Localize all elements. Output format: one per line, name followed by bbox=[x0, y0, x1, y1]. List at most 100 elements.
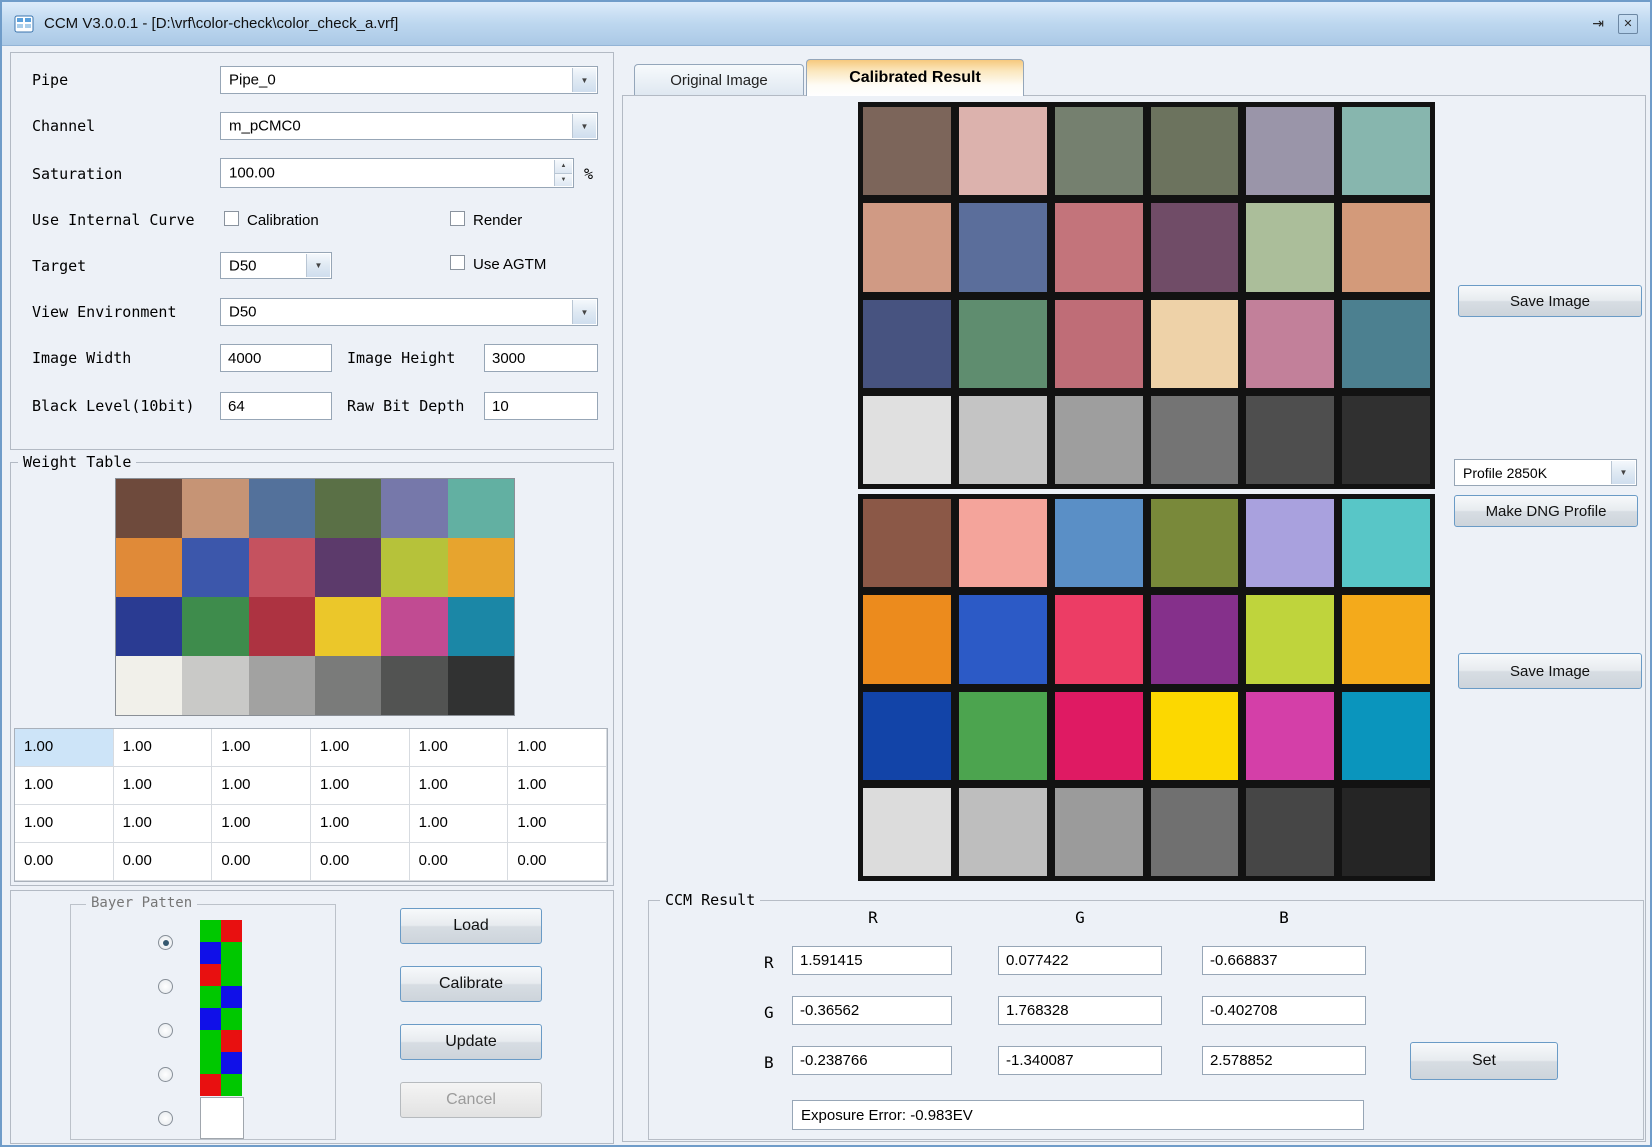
bayer-cell bbox=[221, 920, 242, 942]
color-patch bbox=[1246, 300, 1334, 388]
weight-cell[interactable]: 1.00 bbox=[15, 729, 114, 767]
weight-cell[interactable]: 0.00 bbox=[15, 843, 114, 881]
pipe-value: Pipe_0 bbox=[229, 72, 276, 89]
ccm-matrix-input-bb[interactable] bbox=[1202, 1046, 1366, 1075]
weight-cell[interactable]: 1.00 bbox=[114, 767, 213, 805]
bayer-cell bbox=[221, 1074, 242, 1096]
bayer-radio[interactable] bbox=[158, 979, 173, 994]
thumbnail-patch bbox=[249, 538, 315, 597]
chevron-down-icon[interactable]: ▼ bbox=[572, 300, 596, 324]
weight-cell[interactable]: 1.00 bbox=[311, 729, 410, 767]
color-patch bbox=[863, 203, 951, 291]
set-button[interactable]: Set bbox=[1410, 1042, 1558, 1080]
weight-cell[interactable]: 0.00 bbox=[508, 843, 607, 881]
weight-cell[interactable]: 1.00 bbox=[212, 729, 311, 767]
channel-select[interactable]: m_pCMC0 ▼ bbox=[220, 112, 598, 140]
render-checkbox[interactable] bbox=[450, 211, 465, 226]
color-patch bbox=[863, 300, 951, 388]
chevron-down-icon[interactable]: ▼ bbox=[1611, 461, 1635, 484]
bayer-options bbox=[158, 920, 308, 1140]
calibrate-button[interactable]: Calibrate bbox=[400, 966, 542, 1002]
ccm-matrix-input-br[interactable] bbox=[792, 1046, 952, 1075]
spin-up-icon[interactable]: ▲ bbox=[554, 160, 572, 173]
view-environment-select[interactable]: D50 ▼ bbox=[220, 298, 598, 326]
weight-cell[interactable]: 1.00 bbox=[114, 805, 213, 843]
weight-cell[interactable]: 1.00 bbox=[508, 767, 607, 805]
ccm-matrix-input-gg[interactable] bbox=[998, 996, 1162, 1025]
image-height-input[interactable] bbox=[484, 344, 598, 372]
ccm-matrix-input-bg[interactable] bbox=[998, 1046, 1162, 1075]
chevron-down-icon[interactable]: ▼ bbox=[572, 114, 596, 138]
weight-cell[interactable]: 1.00 bbox=[410, 805, 509, 843]
raw-bit-depth-label: Raw Bit Depth bbox=[347, 397, 464, 415]
load-button[interactable]: Load bbox=[400, 908, 542, 944]
weight-cell[interactable]: 1.00 bbox=[15, 767, 114, 805]
bayer-option[interactable] bbox=[158, 1096, 308, 1140]
ccm-matrix-input-rr[interactable] bbox=[792, 946, 952, 975]
bayer-radio[interactable] bbox=[158, 935, 173, 950]
tab-original-image[interactable]: Original Image bbox=[634, 64, 804, 95]
bayer-option[interactable] bbox=[158, 964, 308, 1008]
weight-cell[interactable]: 0.00 bbox=[410, 843, 509, 881]
bayer-radio[interactable] bbox=[158, 1111, 173, 1126]
ccm-matrix-input-rg[interactable] bbox=[998, 946, 1162, 975]
color-patch bbox=[1151, 107, 1239, 195]
calibration-checkbox[interactable] bbox=[224, 211, 239, 226]
weight-cell[interactable]: 1.00 bbox=[311, 767, 410, 805]
profile-select[interactable]: Profile 2850K ▼ bbox=[1454, 459, 1637, 486]
view-environment-label: View Environment bbox=[32, 303, 177, 321]
make-dng-profile-button[interactable]: Make DNG Profile bbox=[1454, 495, 1638, 527]
pipe-select[interactable]: Pipe_0 ▼ bbox=[220, 66, 598, 94]
bayer-cell bbox=[201, 1098, 222, 1118]
weight-cell[interactable]: 1.00 bbox=[15, 805, 114, 843]
black-level-input[interactable] bbox=[220, 392, 332, 420]
weight-cell[interactable]: 1.00 bbox=[508, 729, 607, 767]
weight-cell[interactable]: 1.00 bbox=[410, 767, 509, 805]
close-icon[interactable]: ✕ bbox=[1618, 14, 1638, 34]
color-patch bbox=[863, 595, 951, 683]
bayer-pattern bbox=[200, 964, 242, 1008]
weight-cell[interactable]: 1.00 bbox=[212, 805, 311, 843]
bayer-radio[interactable] bbox=[158, 1023, 173, 1038]
ccm-row-header-b: B bbox=[764, 1053, 774, 1072]
update-button[interactable]: Update bbox=[400, 1024, 542, 1060]
weight-cell[interactable]: 1.00 bbox=[410, 729, 509, 767]
chevron-down-icon[interactable]: ▼ bbox=[306, 254, 330, 277]
weight-cell[interactable]: 1.00 bbox=[508, 805, 607, 843]
thumbnail-patch bbox=[116, 538, 182, 597]
bayer-radio[interactable] bbox=[158, 1067, 173, 1082]
channel-value: m_pCMC0 bbox=[229, 118, 301, 135]
thumbnail-patch bbox=[249, 479, 315, 538]
thumbnail-patch bbox=[182, 597, 248, 656]
color-patch bbox=[1342, 396, 1430, 484]
checker-grid-bottom bbox=[858, 494, 1435, 881]
saturation-spinner[interactable]: 100.00 ▲ ▼ bbox=[220, 158, 574, 188]
bayer-option[interactable] bbox=[158, 1052, 308, 1096]
spin-down-icon[interactable]: ▼ bbox=[554, 173, 572, 187]
title-bar[interactable]: CCM V3.0.0.1 - [D:\vrf\color-check\color… bbox=[2, 2, 1650, 46]
bayer-option[interactable] bbox=[158, 1008, 308, 1052]
bayer-cell bbox=[201, 1118, 222, 1138]
image-width-input[interactable] bbox=[220, 344, 332, 372]
tab-calibrated-result[interactable]: Calibrated Result bbox=[806, 59, 1024, 96]
render-checkbox-label: Render bbox=[473, 212, 522, 229]
cancel-button[interactable]: Cancel bbox=[400, 1082, 542, 1118]
ccm-matrix-input-gb[interactable] bbox=[1202, 996, 1366, 1025]
bayer-option[interactable] bbox=[158, 920, 308, 964]
raw-bit-depth-input[interactable] bbox=[484, 392, 598, 420]
target-select[interactable]: D50 ▼ bbox=[220, 252, 332, 279]
weight-cell[interactable]: 0.00 bbox=[311, 843, 410, 881]
use-agtm-checkbox[interactable] bbox=[450, 255, 465, 270]
weight-cell[interactable]: 1.00 bbox=[114, 729, 213, 767]
ccm-matrix-input-rb[interactable] bbox=[1202, 946, 1366, 975]
thumbnail-patch bbox=[182, 656, 248, 715]
chevron-down-icon[interactable]: ▼ bbox=[572, 68, 596, 92]
weight-cell[interactable]: 1.00 bbox=[212, 767, 311, 805]
weight-cell[interactable]: 0.00 bbox=[114, 843, 213, 881]
weight-cell[interactable]: 1.00 bbox=[311, 805, 410, 843]
undock-icon[interactable]: ⇥ bbox=[1592, 15, 1604, 32]
save-image-top-button[interactable]: Save Image bbox=[1458, 285, 1642, 317]
weight-cell[interactable]: 0.00 bbox=[212, 843, 311, 881]
ccm-matrix-input-gr[interactable] bbox=[792, 996, 952, 1025]
save-image-bottom-button[interactable]: Save Image bbox=[1458, 653, 1642, 689]
